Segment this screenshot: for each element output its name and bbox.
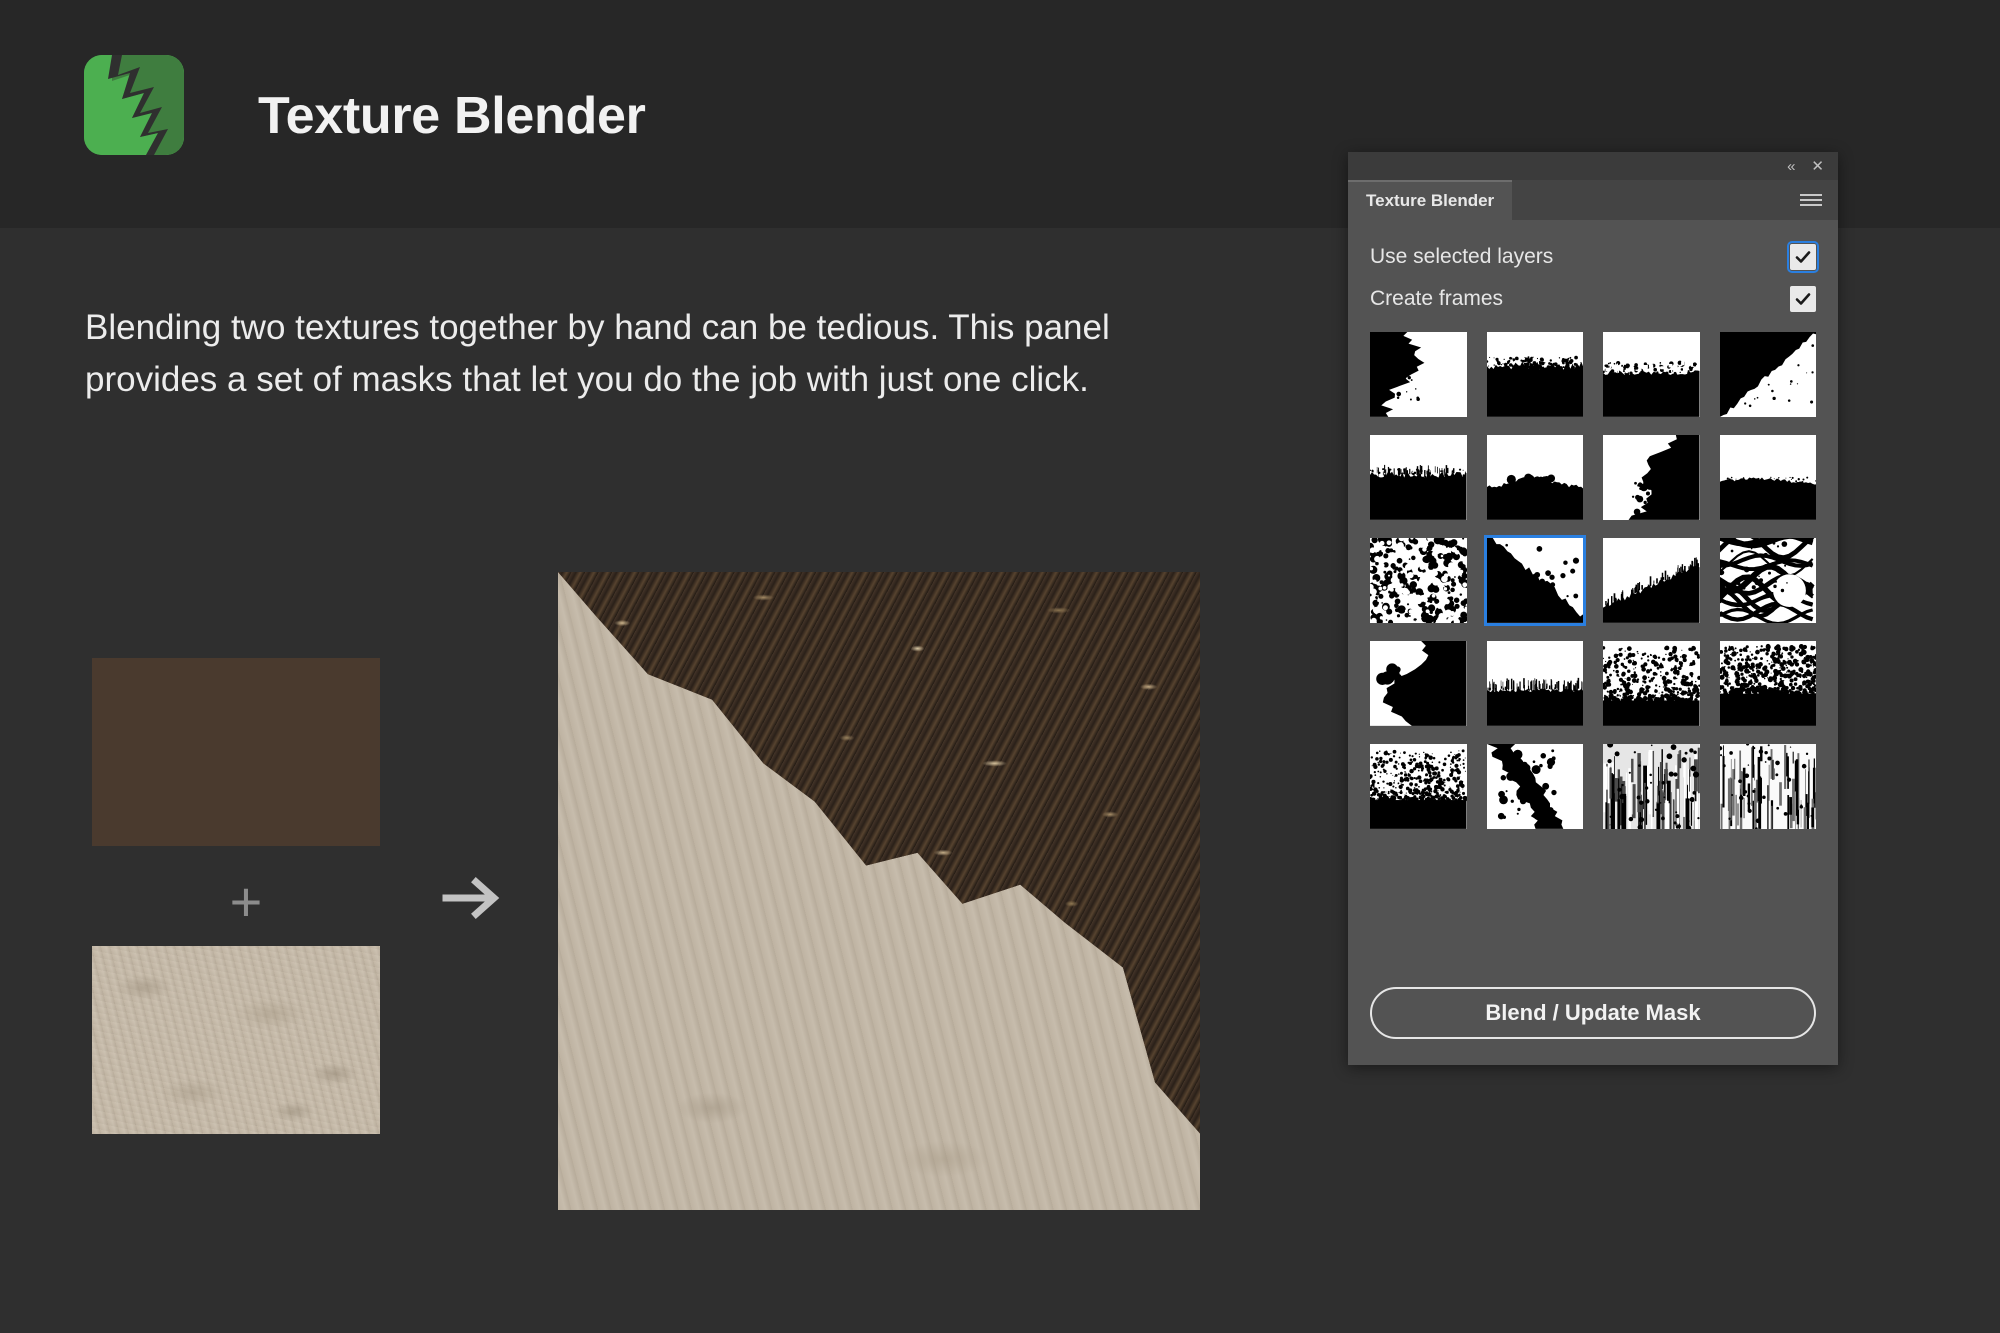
- mask-artwork: [1486, 640, 1583, 726]
- mask-artwork: [1719, 434, 1816, 520]
- texture-blender-panel: « ✕ Texture Blender Use selected layers: [1348, 152, 1838, 1065]
- mask-artwork: [1486, 332, 1583, 417]
- tab-texture-blender[interactable]: Texture Blender: [1348, 180, 1513, 220]
- mask-artwork: [1370, 537, 1467, 623]
- mask-thumbnail-mask-17[interactable]: [1370, 743, 1467, 829]
- mask-thumbnail-mask-07[interactable]: [1603, 434, 1700, 520]
- option-use-selected-layers[interactable]: Use selected layers: [1370, 236, 1819, 278]
- option-label: Create frames: [1370, 287, 1504, 310]
- mask-artwork: [1603, 743, 1700, 829]
- mask-thumbnail-mask-03[interactable]: [1603, 332, 1700, 417]
- intro-paragraph: Blending two textures together by hand c…: [85, 308, 1110, 399]
- mask-thumbnail-mask-04[interactable]: [1719, 332, 1816, 417]
- tab-label: Texture Blender: [1366, 191, 1495, 210]
- mask-artwork: [1370, 640, 1467, 726]
- mask-thumbnail-mask-16[interactable]: [1719, 640, 1816, 726]
- mask-thumbnail-mask-18[interactable]: [1486, 743, 1583, 829]
- mask-artwork: [1370, 434, 1467, 520]
- mask-thumbnail-mask-06[interactable]: [1486, 434, 1583, 520]
- mask-artwork: [1719, 332, 1816, 417]
- panel-titlebar: « ✕: [1348, 152, 1838, 180]
- mask-artwork: [1603, 434, 1700, 520]
- panel-tab-row: Texture Blender: [1348, 180, 1838, 220]
- mask-artwork: [1603, 332, 1700, 417]
- mask-artwork: [1719, 640, 1816, 726]
- hamburger-line: [1800, 204, 1822, 206]
- mask-artwork: [1603, 537, 1700, 623]
- mask-thumbnail-mask-02[interactable]: [1486, 332, 1583, 417]
- hamburger-menu-icon[interactable]: [1800, 180, 1838, 220]
- mask-artwork: [1486, 537, 1583, 623]
- mask-thumbnail-mask-13[interactable]: [1370, 640, 1467, 726]
- page-title: Texture Blender: [258, 87, 646, 145]
- use-selected-layers-checkbox[interactable]: [1787, 241, 1819, 273]
- right-arrow-icon: [440, 866, 504, 930]
- mask-thumbnail-mask-08[interactable]: [1719, 434, 1816, 520]
- plus-icon: +: [229, 870, 263, 933]
- close-icon[interactable]: ✕: [1811, 159, 1824, 174]
- sand-texture-thumbnail: [92, 946, 380, 1134]
- mask-thumbnail-mask-20[interactable]: [1719, 743, 1816, 829]
- mask-artwork: [1486, 434, 1583, 520]
- mask-artwork: [1719, 537, 1816, 623]
- mask-thumbnail-mask-15[interactable]: [1603, 640, 1700, 726]
- mask-artwork: [1370, 743, 1467, 829]
- blend-update-mask-button[interactable]: Blend / Update Mask: [1370, 987, 1816, 1039]
- collapse-icon[interactable]: «: [1787, 159, 1795, 174]
- mask-artwork: [1370, 332, 1467, 417]
- blended-result-image: [558, 572, 1200, 1210]
- mask-thumbnail-mask-12[interactable]: [1719, 537, 1816, 623]
- mask-artwork: [1486, 743, 1583, 829]
- mask-thumbnail-mask-14[interactable]: [1486, 640, 1583, 726]
- mulch-texture-thumbnail: [92, 658, 380, 846]
- mask-thumbnail-grid: [1370, 332, 1816, 829]
- mask-thumbnail-mask-11[interactable]: [1603, 537, 1700, 623]
- app-root: Texture Blender Blending two textures to…: [0, 0, 2000, 1333]
- app-logo-icon: [84, 55, 184, 155]
- option-label: Use selected layers: [1370, 245, 1554, 268]
- create-frames-checkbox[interactable]: [1790, 286, 1816, 312]
- mask-artwork: [1603, 640, 1700, 726]
- mask-thumbnail-mask-09[interactable]: [1370, 537, 1467, 623]
- mask-thumbnail-mask-05[interactable]: [1370, 434, 1467, 520]
- result-mulch-region: [558, 572, 1200, 1134]
- mask-thumbnail-mask-01[interactable]: [1370, 332, 1467, 417]
- panel-body: Use selected layers Create frames: [1348, 220, 1838, 829]
- mask-artwork: [1719, 743, 1816, 829]
- option-create-frames[interactable]: Create frames: [1370, 278, 1816, 320]
- hamburger-line: [1800, 199, 1822, 201]
- mask-thumbnail-mask-10[interactable]: [1483, 534, 1586, 626]
- mask-thumbnail-mask-19[interactable]: [1603, 743, 1700, 829]
- hamburger-line: [1800, 194, 1822, 196]
